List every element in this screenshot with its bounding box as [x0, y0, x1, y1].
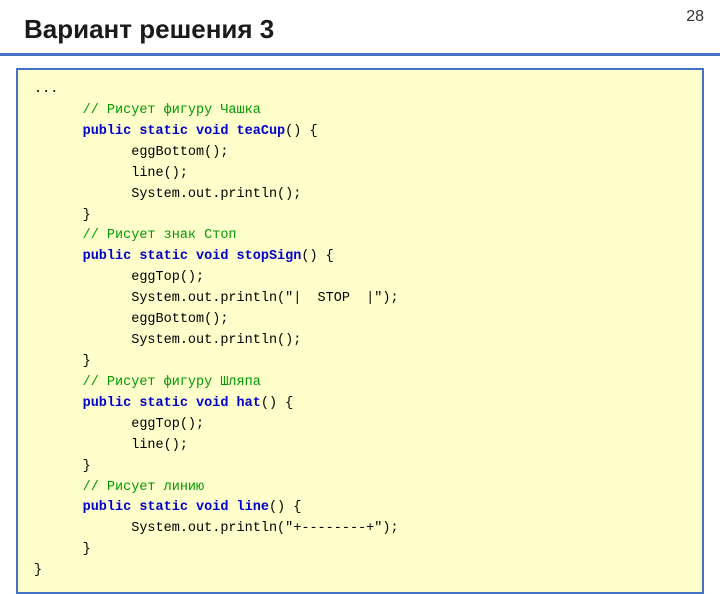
- code-line: System.out.println("| STOP |");: [34, 289, 686, 310]
- code-line: }: [34, 206, 686, 227]
- slide-title: Вариант решения 3: [0, 0, 720, 56]
- code-line: line();: [34, 164, 686, 185]
- page-number: 28: [686, 8, 704, 26]
- code-line: System.out.println();: [34, 185, 686, 206]
- code-line: line();: [34, 436, 686, 457]
- code-line: }: [34, 457, 686, 478]
- code-line: // Рисует знак Стоп: [34, 226, 686, 247]
- code-line: public static void stopSign() {: [34, 247, 686, 268]
- code-line: public static void line() {: [34, 498, 686, 519]
- code-line: ...: [34, 80, 686, 101]
- slide-container: 28 Вариант решения 3 ... // Рисует фигур…: [0, 0, 720, 540]
- code-line: eggBottom();: [34, 143, 686, 164]
- code-line: eggBottom();: [34, 310, 686, 331]
- code-block: ... // Рисует фигуру Чашка public static…: [16, 68, 704, 594]
- code-line: }: [34, 540, 686, 561]
- code-line: System.out.println("+--------+");: [34, 519, 686, 540]
- code-line: // Рисует фигуру Шляпа: [34, 373, 686, 394]
- code-line: System.out.println();: [34, 331, 686, 352]
- code-line: }: [34, 352, 686, 373]
- code-line: public static void hat() {: [34, 394, 686, 415]
- code-line: eggTop();: [34, 415, 686, 436]
- code-line: // Рисует линию: [34, 478, 686, 499]
- code-line: // Рисует фигуру Чашка: [34, 101, 686, 122]
- code-line: }: [34, 561, 686, 582]
- code-line: eggTop();: [34, 268, 686, 289]
- code-line: public static void teaCup() {: [34, 122, 686, 143]
